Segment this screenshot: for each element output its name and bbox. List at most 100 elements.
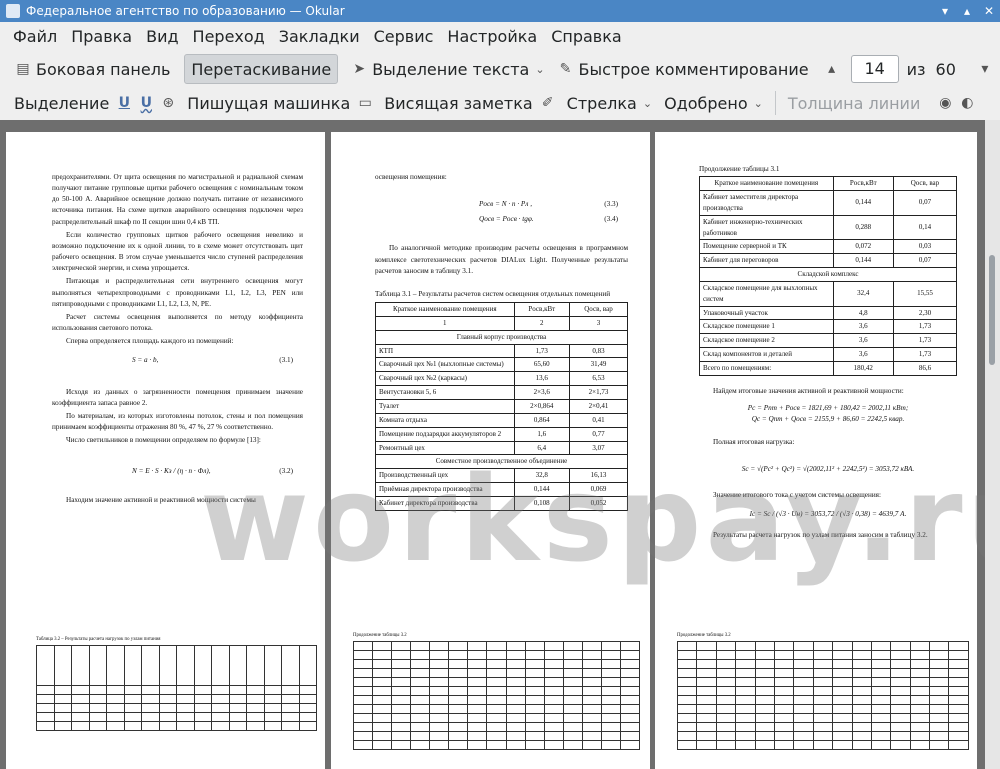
opacity-icon[interactable]: ◐: [958, 94, 976, 112]
pen-icon: ✎: [559, 61, 572, 77]
formula: Pосв = N · n · Pл , (3.3): [375, 185, 628, 212]
quick-comment-label: Быстрое комментирование: [578, 59, 809, 79]
menu-tools[interactable]: Сервис: [367, 27, 441, 46]
formula: S = a · b, (3.1): [52, 349, 303, 372]
column-number: 1: [375, 315, 515, 331]
formula-text: Qосв = Pосв · tgφ.: [479, 215, 534, 224]
formula: Pc = Pпт + Pосв = 1821,69 + 180,42 = 200…: [747, 403, 909, 412]
menu-help[interactable]: Справка: [544, 27, 629, 46]
table-row: Всего по помещениям: 180,42 86,6: [699, 360, 958, 376]
table-row: Складское помещение для выхлопных систем…: [699, 280, 958, 307]
menu-go[interactable]: Переход: [186, 27, 272, 46]
vertical-scrollbar[interactable]: [985, 120, 1000, 769]
paragraph: Исходя из данных о загрязненности помеще…: [52, 387, 303, 407]
highlight-label: Выделение: [14, 93, 110, 113]
table-caption: Таблица 3.2 – Результаты расчета нагрузо…: [36, 637, 161, 642]
table-row: Кабинет для переговоров 0,144 0,07: [699, 253, 958, 269]
text-select-button[interactable]: ➤ Выделение текста ⌄: [344, 54, 550, 84]
load-table: [36, 645, 317, 732]
paragraph: предохранителями. От щита освещения по м…: [52, 173, 303, 226]
column-header: Qосв, вар: [892, 176, 958, 191]
formula-number: (3.3): [604, 200, 618, 209]
popup-note-label: Висящая заметка: [384, 93, 533, 113]
chevron-down-icon[interactable]: ⌄: [535, 63, 544, 76]
annotation-toolbar: Выделение U U ⊛ Пишущая машинка ▭ Висяща…: [0, 86, 1000, 120]
underline-icon[interactable]: U: [115, 94, 133, 112]
arrow-dropdown[interactable]: Стрелка ⌄: [561, 88, 658, 118]
approved-label: Одобрено: [664, 93, 748, 113]
menu-bookmarks[interactable]: Закладки: [272, 27, 367, 46]
paragraph: По материалам, из которых изготовлены по…: [52, 411, 303, 431]
squiggle-icon[interactable]: U: [137, 94, 155, 112]
paragraph: Расчет системы освещения выполняется по …: [52, 312, 303, 333]
column-header: Qосв, вар: [568, 302, 629, 317]
document-page-17: Продолжение таблицы 3.2: [331, 602, 650, 769]
scrollbar-thumb[interactable]: [989, 255, 995, 365]
column-number: 3: [568, 315, 629, 331]
table-row: Вентустановки 5, 6 2×3,6 2×1,73: [375, 385, 629, 400]
sidebar-button[interactable]: ▤ Боковая панель: [8, 54, 176, 84]
paragraph: Если количество групповых щитков рабочег…: [52, 230, 303, 273]
table-section: Главный корпус производства: [375, 329, 628, 345]
typewriter-button[interactable]: Пишущая машинка: [181, 88, 356, 118]
column-header: Краткое наименование помещения: [375, 302, 515, 317]
main-toolbar: ▤ Боковая панель Перетаскивание ➤ Выделе…: [0, 52, 1000, 86]
note-icon[interactable]: ▭: [356, 94, 374, 112]
formula-number: (3.4): [604, 215, 618, 224]
table-row: Кабинет заместителя директора производст…: [699, 190, 958, 216]
column-header: Pосв,кВт: [513, 302, 570, 317]
formula-text: N = E · S · Kз / (η · n · Фл),: [132, 467, 211, 476]
paragraph: Число светильников в помещении определяе…: [66, 436, 261, 445]
minimize-icon[interactable]: ▾: [934, 0, 956, 22]
formula-text: S = a · b,: [132, 356, 159, 365]
column-header: Pосв,кВт: [832, 176, 894, 191]
formula: Qc = Qпт + Qосв = 2155,9 + 86,60 = 2242,…: [751, 415, 905, 424]
table-row: Кабинет инженерно-технических работников…: [699, 214, 958, 241]
next-page-icon[interactable]: ▾: [976, 60, 994, 78]
page-number-input[interactable]: 14: [850, 55, 899, 83]
line-width-dropdown[interactable]: Толщина линии: [782, 88, 927, 118]
stamp-dropdown[interactable]: Одобрено ⌄: [658, 88, 769, 118]
cursor-icon: ➤: [353, 61, 366, 77]
table-caption: Продолжение таблицы 3.1: [699, 165, 780, 173]
column-header: Краткое наименование помещения: [699, 176, 834, 191]
typewriter-label: Пишущая машинка: [187, 93, 351, 113]
document-page-18: Продолжение таблицы 3.2: [655, 602, 977, 769]
sidebar-label: Боковая панель: [36, 59, 171, 79]
stamp-icon[interactable]: ⊛: [159, 94, 177, 112]
menu-bar: Файл Правка Вид Переход Закладки Сервис …: [0, 22, 1000, 50]
page-of-label: из: [906, 59, 926, 79]
popup-note-button[interactable]: Висящая заметка: [378, 88, 538, 118]
page-total-label: 60: [935, 59, 956, 79]
document-page-16: Таблица 3.2 – Результаты расчета нагрузо…: [6, 602, 325, 769]
okular-app-icon: [6, 4, 20, 18]
load-table: [352, 641, 641, 751]
chevron-down-icon: ⌄: [642, 96, 653, 110]
close-icon[interactable]: ✕: [978, 0, 1000, 22]
window-title: Федеральное агентство по образованию — O…: [26, 4, 345, 18]
drag-mode-label: Перетаскивание: [191, 59, 332, 79]
brush-icon[interactable]: ✐: [539, 94, 557, 112]
table-section: Складской комплекс: [699, 267, 957, 282]
column-number: 2: [513, 315, 570, 331]
line-width-label: Толщина линии: [787, 93, 921, 113]
lighting-results-table-continued: Краткое наименование помещения Pосв,кВт …: [699, 176, 958, 376]
toolbar-separator: [774, 91, 776, 115]
table-row: Упаковочный участок 4,8 2,30: [699, 305, 958, 321]
quick-comment-button[interactable]: ✎ Быстрое комментирование: [551, 54, 815, 84]
drag-mode-button[interactable]: Перетаскивание: [184, 54, 339, 84]
formula-text: Pосв = N · n · Pл ,: [479, 200, 533, 209]
table-row: Помещение подзарядки аккумуляторов 2 1,6 0…: [375, 426, 629, 442]
maximize-icon[interactable]: ▴: [956, 0, 978, 22]
highlight-button[interactable]: Выделение: [8, 88, 115, 118]
menu-edit[interactable]: Правка: [64, 27, 139, 46]
document-viewport[interactable]: предохранителями. От щита освещения по м…: [0, 120, 985, 769]
table-row: Складское помещение 1 3,6 1,73: [699, 319, 958, 335]
table-caption: Продолжение таблицы 3.2: [677, 633, 731, 638]
table-row: Склад компонентов и деталей 3,6 1,73: [699, 347, 958, 362]
menu-settings[interactable]: Настройка: [440, 27, 544, 46]
color-icon[interactable]: ◉: [936, 94, 954, 112]
menu-file[interactable]: Файл: [6, 27, 64, 46]
menu-view[interactable]: Вид: [139, 27, 185, 46]
previous-page-icon[interactable]: ▴: [823, 60, 841, 78]
